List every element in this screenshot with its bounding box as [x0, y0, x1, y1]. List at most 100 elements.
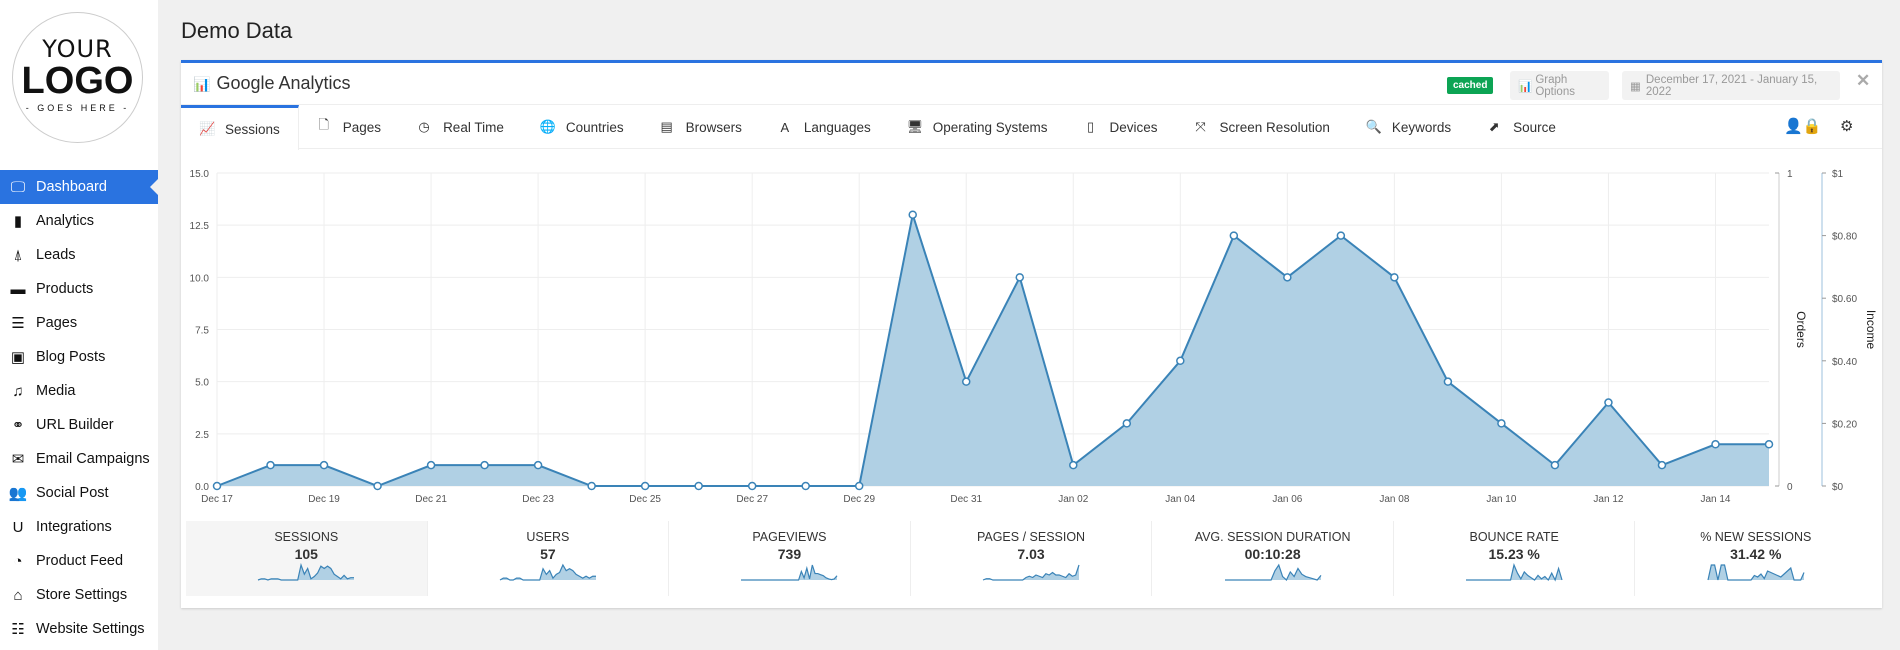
data-point — [694, 481, 703, 491]
income-tick-label: $0.80 — [1832, 232, 1857, 243]
logo: YOUR LOGO - GOES HERE - — [12, 12, 143, 143]
sliders-icon: ☷ — [11, 621, 25, 638]
stat-bounce-rate[interactable]: BOUNCE RATE 15.23 % — [1392, 521, 1635, 596]
stat-value: 7.03 — [1017, 546, 1045, 562]
sidebar-item-pages[interactable]: ☰ Pages — [0, 306, 158, 340]
data-point — [1390, 273, 1399, 282]
income-tick-label: $0 — [1832, 482, 1844, 493]
page-title: Demo Data — [181, 18, 293, 43]
stat--new-sessions[interactable]: % NEW SESSIONS 31.42 % — [1634, 521, 1876, 596]
sidebar-item-dashboard[interactable]: 🖵 Dashboard — [0, 170, 158, 204]
data-point — [373, 481, 382, 491]
x-tick-label: Dec 31 — [950, 494, 982, 505]
sidebar-item-label: Analytics — [36, 213, 95, 229]
income-axis-label: Income — [1864, 310, 1878, 350]
envelope-icon: ✉ — [11, 451, 25, 468]
sidebar-item-store-settings[interactable]: ⌂ Store Settings — [0, 578, 158, 612]
income-tick-label: $0.60 — [1832, 294, 1857, 305]
data-point — [961, 377, 971, 386]
stat-pages-session[interactable]: PAGES / SESSION 7.03 — [909, 521, 1152, 596]
data-point — [587, 481, 596, 491]
sidebar-item-leads[interactable]: ⍋ Leads — [0, 238, 158, 272]
orders-tick-label: 0 — [1787, 482, 1793, 493]
data-point — [1604, 398, 1613, 407]
sidebar-item-analytics[interactable]: ▮ Analytics — [0, 204, 158, 238]
x-tick-label: Jan 04 — [1165, 494, 1195, 505]
monitor-icon: 🖵 — [10, 178, 26, 196]
x-tick-label: Dec 21 — [415, 494, 447, 505]
sidebar-item-email-campaigns[interactable]: ✉ Email Campaigns — [0, 442, 158, 476]
magnet-icon: U — [12, 518, 24, 536]
sparkline — [982, 564, 1080, 581]
sidebar-item-blog-posts[interactable]: ▣ Blog Posts — [0, 340, 158, 374]
sidebar-item-url-builder[interactable]: ⚭ URL Builder — [0, 408, 158, 442]
sparkline-area — [741, 565, 838, 580]
sidebar-item-social-post[interactable]: 👥 Social Post — [0, 476, 158, 510]
stat-label: PAGES / SESSION — [976, 530, 1086, 544]
x-tick-label: Jan 06 — [1272, 494, 1302, 505]
x-tick-label: Jan 14 — [1700, 494, 1730, 505]
sidebar-item-website-settings[interactable]: ☷ Website Settings — [0, 612, 158, 646]
y-tick-label: 0.0 — [195, 482, 209, 493]
stat-label: BOUNCE RATE — [1469, 530, 1559, 544]
data-point — [1176, 356, 1185, 366]
stat-value: 57 — [540, 546, 556, 562]
data-point — [747, 481, 757, 491]
stat-value: 31.42 % — [1730, 546, 1782, 562]
sidebar-item-label: Email Campaigns — [36, 451, 150, 467]
sidebar-item-label: Products — [36, 281, 94, 297]
link-icon: ⚭ — [11, 417, 25, 434]
sparkline — [741, 564, 838, 581]
x-tick-label: Jan 10 — [1486, 494, 1516, 505]
stat-pageviews[interactable]: PAGEVIEWS 739 — [668, 521, 910, 596]
sidebar-item-products[interactable]: ▬ Products — [0, 272, 158, 306]
sidebar-item-media[interactable]: ♫ Media — [0, 374, 158, 408]
stat-value: 105 — [294, 546, 318, 562]
stat-value: 739 — [777, 546, 802, 562]
rss-icon: ◔ — [13, 552, 23, 570]
data-point — [426, 460, 436, 470]
x-tick-label: Dec 25 — [629, 494, 661, 505]
stat-sessions[interactable]: SESSIONS 105 — [186, 521, 427, 596]
orders-tick-label: 1 — [1787, 169, 1793, 180]
stat-label: USERS — [526, 530, 570, 544]
data-point — [480, 460, 489, 470]
stat-value: 15.23 % — [1488, 546, 1540, 562]
sparkline-area — [1224, 565, 1321, 580]
data-point — [1711, 440, 1720, 449]
stat-users[interactable]: USERS 57 — [426, 521, 669, 596]
sparkline — [499, 563, 596, 581]
person-pin-icon: ⍋ — [13, 246, 23, 264]
sidebar-item-product-feed[interactable]: ◔ Product Feed — [0, 544, 158, 578]
sidebar-item-integrations[interactable]: U Integrations — [0, 510, 158, 544]
sparkline-area — [1707, 565, 1804, 580]
newspaper-icon: ▣ — [10, 349, 26, 366]
stat-label: SESSIONS — [274, 530, 339, 544]
google-analytics-panel: 📊 Google Analytics cached 📊 Graph Options … — [181, 60, 1882, 608]
data-point — [1336, 231, 1346, 240]
x-tick-label: Dec 27 — [736, 494, 768, 505]
store-icon: ⌂ — [13, 586, 23, 604]
income-tick-label: $0.40 — [1832, 357, 1857, 368]
stat-value: 00:10:28 — [1244, 546, 1301, 562]
orders-axis-label: Orders — [1794, 311, 1808, 348]
x-tick-label: Dec 19 — [308, 494, 340, 505]
income-tick-label: $1 — [1832, 169, 1844, 180]
stat-avg-session-duration[interactable]: AVG. SESSION DURATION 00:10:28 — [1151, 521, 1393, 596]
data-point — [908, 210, 917, 219]
data-point — [212, 481, 222, 491]
data-point — [854, 481, 864, 491]
sidebar-item-label: Product Feed — [36, 553, 124, 569]
data-point — [1497, 419, 1506, 428]
stats-row: SESSIONS 105 USERS 57 PAGEVIEWS 739 PAGES / SE… — [186, 521, 1876, 596]
y-tick-label: 15.0 — [190, 169, 210, 180]
data-point — [1657, 460, 1667, 470]
y-tick-label: 5.0 — [195, 378, 209, 389]
sidebar-item-label: Social Post — [36, 485, 109, 501]
stat-label: AVG. SESSION DURATION — [1194, 530, 1351, 544]
sidebar-item-label: Store Settings — [36, 587, 128, 603]
sessions-area — [217, 214, 1769, 486]
data-point — [1550, 460, 1560, 470]
data-point — [1443, 377, 1453, 386]
data-point — [1015, 273, 1025, 282]
